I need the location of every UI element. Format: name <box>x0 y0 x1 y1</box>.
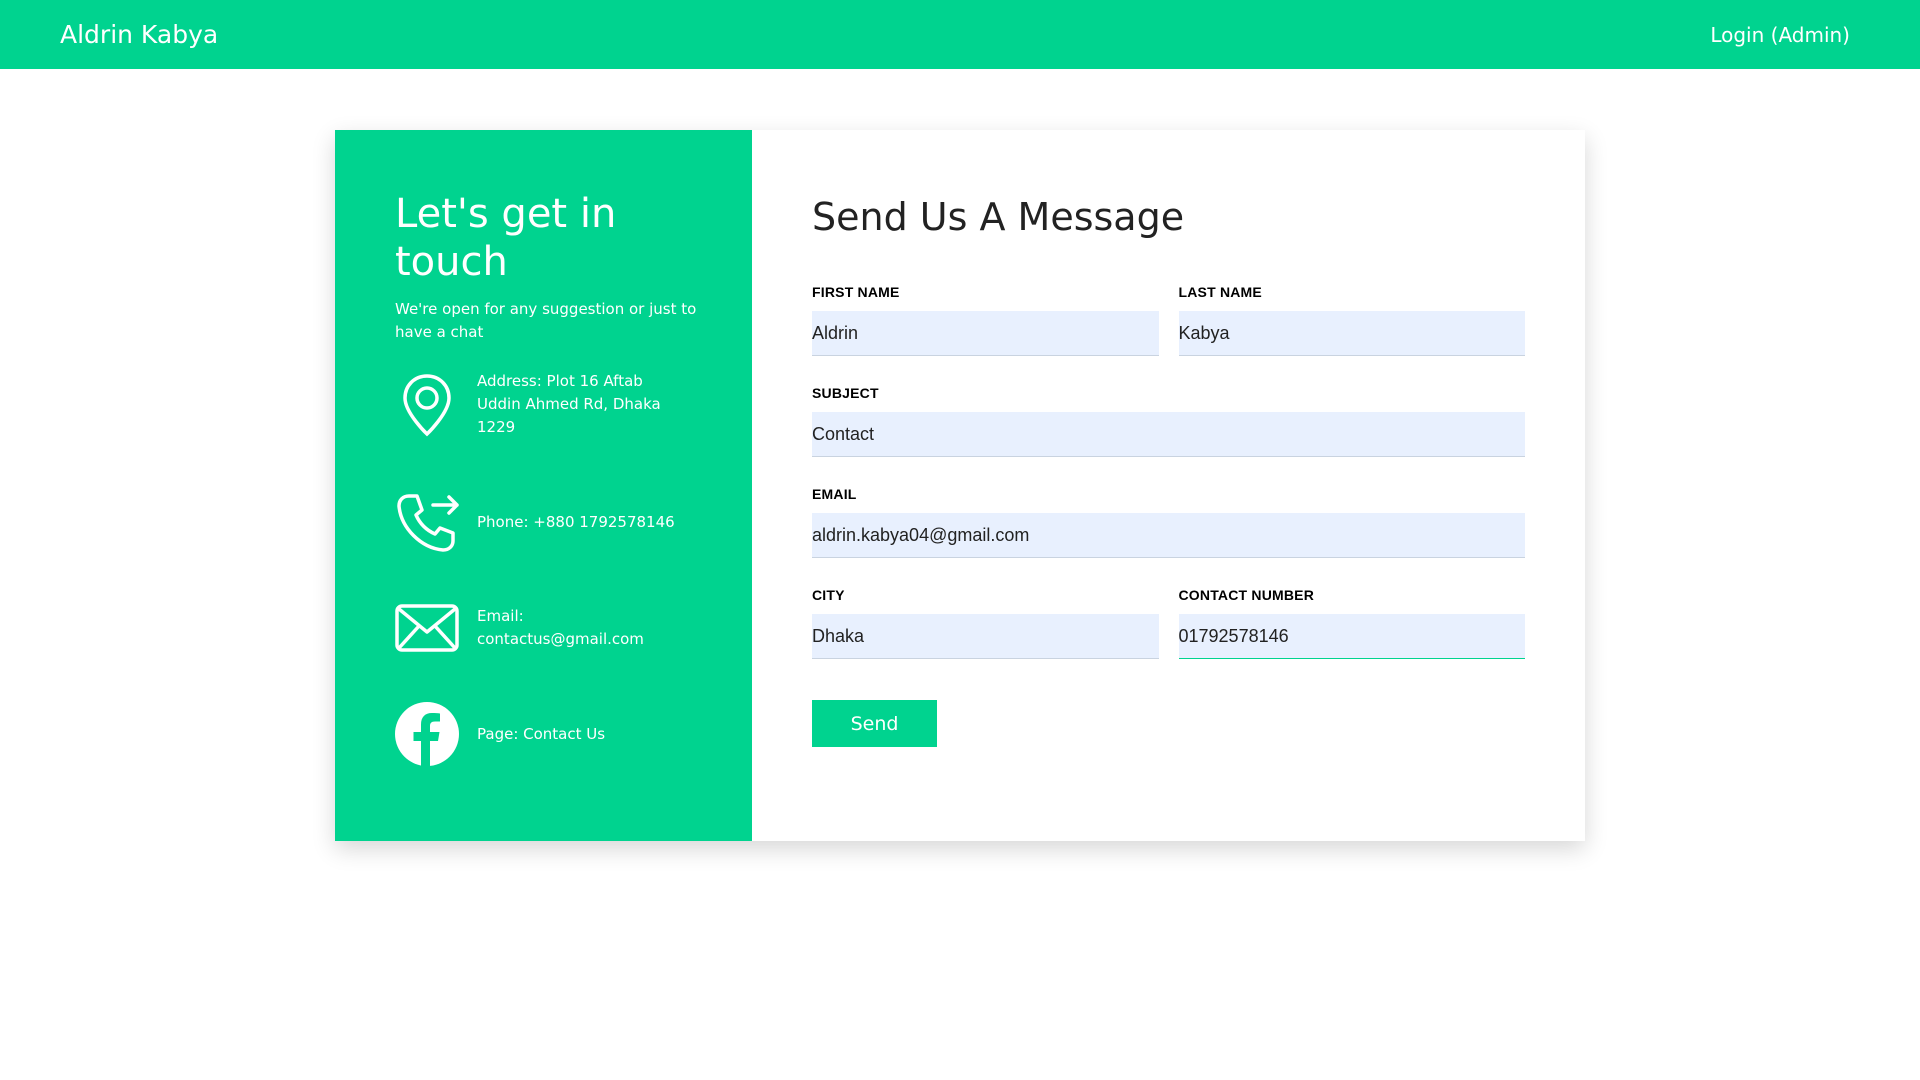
address-row: Address: Plot 16 Aftab Uddin Ahmed Rd, D… <box>395 370 687 439</box>
city-input[interactable] <box>812 614 1159 659</box>
email-field: EMAIL <box>812 486 1525 558</box>
page-row: Page: Contact Us <box>395 702 687 766</box>
city-contact-row: CITY CONTACT NUMBER <box>812 587 1525 659</box>
last-name-input[interactable] <box>1178 311 1525 356</box>
email-icon <box>395 596 459 660</box>
city-label: CITY <box>812 587 845 603</box>
contact-number-label: CONTACT NUMBER <box>1178 587 1315 603</box>
message-form: Send Us A Message FIRST NAME LAST NAME S… <box>752 130 1585 841</box>
contact-number-input[interactable] <box>1178 614 1525 659</box>
info-subtitle: We're open for any suggestion or just to… <box>395 300 697 341</box>
last-name-label: LAST NAME <box>1178 284 1262 300</box>
phone-text: Phone: +880 1792578146 <box>477 512 675 531</box>
subject-input[interactable] <box>812 412 1525 457</box>
email-label: EMAIL <box>812 486 857 502</box>
brand-link[interactable]: Aldrin Kabya <box>60 20 218 49</box>
navbar: Aldrin Kabya Login (Admin) <box>0 0 1920 69</box>
form-title: Send Us A Message <box>812 195 1185 239</box>
contact-info-panel: Let's get in touch We're open for any su… <box>335 130 752 841</box>
first-name-label: FIRST NAME <box>812 284 900 300</box>
address-text: Address: Plot 16 Aftab Uddin Ahmed Rd, D… <box>477 372 661 436</box>
login-admin-link[interactable]: Login (Admin) <box>1710 23 1850 47</box>
email-input[interactable] <box>812 513 1525 558</box>
email-text: Email: contactus@gmail.com <box>477 607 644 648</box>
facebook-icon[interactable] <box>395 702 459 766</box>
last-name-field: LAST NAME <box>1178 284 1525 356</box>
phone-icon <box>395 490 459 554</box>
info-title: Let's get in touch <box>395 191 617 285</box>
first-name-field: FIRST NAME <box>812 284 1159 356</box>
send-button[interactable]: Send <box>812 700 937 747</box>
name-row: FIRST NAME LAST NAME <box>812 284 1525 356</box>
email-row: Email: contactus@gmail.com <box>395 596 687 660</box>
contact-card: Let's get in touch We're open for any su… <box>335 130 1585 841</box>
phone-row: Phone: +880 1792578146 <box>395 490 687 554</box>
city-field: CITY <box>812 587 1159 659</box>
subject-label: SUBJECT <box>812 385 879 401</box>
contact-number-field: CONTACT NUMBER <box>1178 587 1525 659</box>
subject-field: SUBJECT <box>812 385 1525 457</box>
first-name-input[interactable] <box>812 311 1159 356</box>
location-pin-icon <box>395 373 459 437</box>
page-text[interactable]: Page: Contact Us <box>477 723 687 746</box>
